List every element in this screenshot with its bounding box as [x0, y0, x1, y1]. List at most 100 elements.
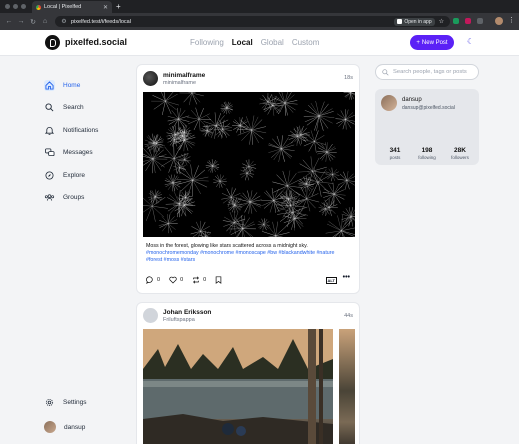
- sidebar-username: dansup: [64, 423, 86, 431]
- extensions-puzzle-icon[interactable]: [477, 18, 483, 24]
- stat-value: 341: [389, 147, 401, 154]
- extension-icon[interactable]: [453, 18, 459, 24]
- stat-followers[interactable]: 28K followers: [445, 147, 475, 160]
- stat-posts[interactable]: 341 posts: [380, 147, 410, 160]
- stat-label: followers: [451, 155, 469, 160]
- bookmark-star-icon[interactable]: ☆: [439, 18, 444, 25]
- browser-menu-icon[interactable]: ⋮: [508, 16, 515, 24]
- post-timestamp[interactable]: 44s: [344, 313, 353, 319]
- next-image-preview[interactable]: [339, 329, 355, 444]
- post-author-name[interactable]: Johan Eriksson: [163, 309, 211, 316]
- plus-icon: +: [416, 39, 420, 46]
- profile-name[interactable]: dansup: [402, 97, 422, 103]
- bookmark-button[interactable]: [215, 276, 222, 284]
- avatar[interactable]: [143, 71, 158, 86]
- pixelfed-favicon-icon: [36, 4, 41, 10]
- post-card: minimalframe minimalframe 18s Moss in th…: [136, 64, 360, 294]
- back-icon[interactable]: ←: [3, 18, 15, 25]
- post-timestamp[interactable]: 18s: [344, 75, 353, 81]
- post-caption: Moss in the forest, glowing like stars s…: [146, 243, 351, 264]
- forward-icon[interactable]: →: [15, 18, 27, 25]
- site-header: pixelfed.social Following Local Global C…: [0, 30, 519, 56]
- avatar[interactable]: [381, 95, 397, 111]
- sidebar-item-label: Explore: [63, 171, 86, 179]
- home-browser-icon[interactable]: ⌂: [39, 18, 51, 25]
- caption-hashtags[interactable]: #monochromemonday #monochrome #monoscape…: [146, 250, 334, 263]
- window-maximize-button[interactable]: [21, 4, 26, 9]
- site-info-icon[interactable]: ⚙: [61, 18, 67, 25]
- tab-following[interactable]: Following: [190, 38, 224, 47]
- sidebar-item-messages[interactable]: Messages: [44, 145, 93, 159]
- tab-global[interactable]: Global: [261, 38, 284, 47]
- pixelfed-page: pixelfed.social Following Local Global C…: [0, 30, 519, 444]
- search-input[interactable]: Search people, tags or posts: [375, 64, 479, 80]
- like-button[interactable]: 0: [169, 276, 183, 284]
- stat-value: 28K: [454, 147, 466, 154]
- window-minimize-button[interactable]: [13, 4, 18, 9]
- sidebar-item-search[interactable]: Search: [44, 100, 84, 114]
- new-post-label: New Post: [421, 39, 448, 46]
- lake-photo: [143, 329, 333, 444]
- share-count: 0: [203, 277, 207, 283]
- open-in-app-button[interactable]: Open in app: [394, 17, 435, 26]
- tab-custom[interactable]: Custom: [292, 38, 320, 47]
- sidebar-item-groups[interactable]: Groups: [44, 190, 84, 204]
- sidebar-item-label: Search: [63, 103, 84, 111]
- browser-tab[interactable]: Local | Pixelfed ✕: [32, 1, 112, 13]
- sidebar-item-explore[interactable]: Explore: [44, 168, 85, 182]
- comment-icon: [146, 276, 153, 284]
- more-options-icon[interactable]: •••: [343, 274, 350, 281]
- dark-mode-toggle-icon[interactable]: ☾: [467, 37, 474, 46]
- repost-icon: [193, 276, 200, 284]
- site-brand[interactable]: pixelfed.social: [65, 37, 127, 47]
- search-icon: [44, 102, 55, 113]
- sidebar-item-notifications[interactable]: Notifications: [44, 123, 98, 137]
- window-close-button[interactable]: [5, 4, 10, 9]
- comment-count: 0: [157, 277, 161, 283]
- users-icon: [44, 192, 55, 203]
- browser-tabbar: Local | Pixelfed ✕ +: [0, 0, 519, 13]
- reload-icon[interactable]: ↻: [27, 18, 39, 26]
- heart-icon: [169, 276, 177, 284]
- tab-title: Local | Pixelfed: [44, 4, 82, 10]
- chat-icon: [44, 147, 55, 158]
- url-text: pixelfed.test/i/feeds/local: [71, 18, 131, 25]
- browser-toolbar: ← → ↻ ⌂ ⚙ pixelfed.test/i/feeds/local Op…: [0, 13, 519, 30]
- tab-local[interactable]: Local: [232, 38, 253, 47]
- open-in-app-label: Open in app: [404, 18, 432, 25]
- post-author-name[interactable]: minimalframe: [163, 72, 205, 79]
- post-author-handle[interactable]: minimalframe: [163, 80, 196, 86]
- share-button[interactable]: 0: [192, 276, 206, 284]
- sidebar-item-label: Settings: [63, 398, 87, 406]
- pixelfed-logo-icon[interactable]: [45, 35, 60, 50]
- post-image[interactable]: [143, 329, 333, 444]
- sidebar-item-home[interactable]: Home: [44, 78, 80, 92]
- post-image[interactable]: [143, 92, 355, 237]
- stat-following[interactable]: 198 following: [412, 147, 442, 160]
- sidebar-item-settings[interactable]: Settings: [44, 395, 87, 409]
- compass-icon: [44, 170, 55, 181]
- comment-button[interactable]: 0: [146, 276, 160, 284]
- sidebar-item-label: Groups: [63, 193, 85, 201]
- like-count: 0: [180, 277, 184, 283]
- extension-icon[interactable]: [465, 18, 471, 24]
- caption-text: Moss in the forest, glowing like stars s…: [146, 243, 308, 249]
- sidebar-user[interactable]: dansup: [44, 420, 85, 434]
- post-author-handle[interactable]: Friluftspappa: [163, 317, 195, 323]
- tab-close-icon[interactable]: ✕: [103, 4, 108, 11]
- profile-handle: dansup@pixelfed.social: [402, 105, 455, 111]
- post-actions: 0 0 0: [146, 276, 222, 284]
- browser-profile-avatar[interactable]: [495, 17, 503, 25]
- new-tab-button[interactable]: +: [116, 1, 121, 12]
- address-bar[interactable]: ⚙ pixelfed.test/i/feeds/local Open in ap…: [55, 16, 450, 27]
- feed-tabs: Following Local Global Custom: [190, 38, 319, 47]
- new-post-button[interactable]: + New Post: [410, 35, 454, 50]
- stat-label: following: [418, 155, 436, 160]
- sidebar-item-label: Messages: [63, 148, 93, 156]
- alt-text-badge[interactable]: ALT: [325, 277, 337, 284]
- stat-value: 198: [421, 147, 433, 154]
- avatar[interactable]: [143, 308, 158, 323]
- avatar: [44, 421, 56, 433]
- gear-icon: [44, 397, 55, 408]
- search-placeholder: Search people, tags or posts: [393, 69, 467, 75]
